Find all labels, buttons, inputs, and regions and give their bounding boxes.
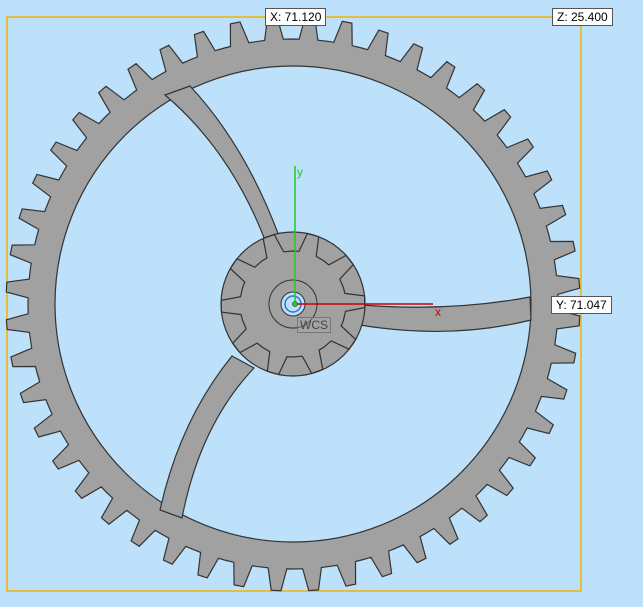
dimension-y-label: Y: 71.047 (551, 296, 612, 314)
dimension-x-label: X: 71.120 (265, 8, 327, 26)
dimension-z-label: Z: 25.400 (552, 8, 613, 26)
model-canvas[interactable]: x y (0, 0, 643, 602)
wcs-label: WCS (297, 317, 331, 333)
spoke-top (163, 85, 280, 241)
y-axis-label: y (297, 165, 303, 179)
origin-marker (292, 301, 298, 307)
spoke-bottom (159, 355, 255, 519)
cad-viewport[interactable]: x y WCS X: 71.120 Z: 25.400 Y: 71.047 (0, 0, 643, 602)
x-axis-label: x (435, 305, 441, 319)
spoke-right (359, 296, 532, 333)
